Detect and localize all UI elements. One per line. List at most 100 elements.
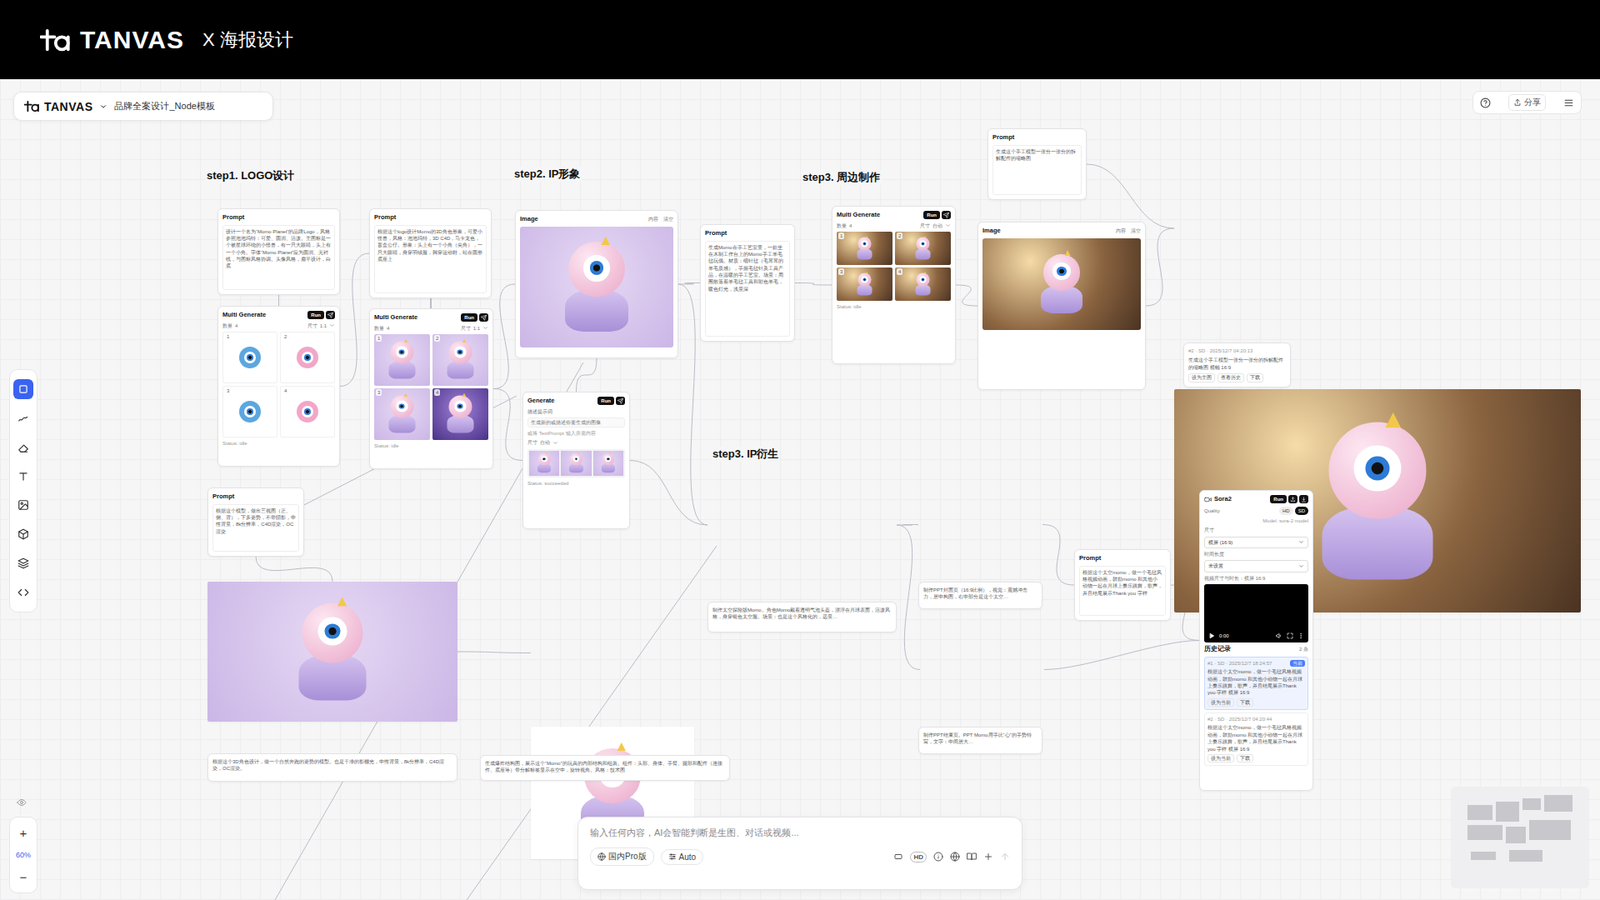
text-node[interactable]: 制作太空探险版Momo。角色Momo戴着透明气泡头盔，漂浮在月球表面，活泼风格，… xyxy=(707,601,897,633)
volume-icon[interactable] xyxy=(1275,632,1283,640)
tool-button[interactable] xyxy=(13,582,34,603)
tool-button[interactable] xyxy=(13,466,34,487)
text-node[interactable]: 制作PPT封面页（16:9比例），视觉：震撼冲击力，居中构图，右中部分是这个太空… xyxy=(918,581,1043,610)
result-image[interactable]: 3 xyxy=(836,267,893,301)
photo-node[interactable] xyxy=(207,581,458,722)
prompt-text[interactable]: 生成这个手工模型一张分一张分的拆解配件的缩略图 xyxy=(992,145,1082,196)
globe-icon[interactable] xyxy=(950,851,960,862)
prompt-text[interactable]: 生成Momo在手工艺室里，一款坐在木制工作台上的Momo手工羊毛毡玩偶。材质：细… xyxy=(705,240,790,338)
run-button[interactable]: Run xyxy=(923,210,940,220)
caption-node[interactable]: #2 · SD · 2025/12/7 04:20:13生成这个手工模型一张分一… xyxy=(1183,342,1291,388)
result-image[interactable]: 4 xyxy=(895,267,951,301)
share-button[interactable]: 分享 xyxy=(1508,94,1546,111)
image-action[interactable]: 内容 xyxy=(648,215,659,223)
sora-node[interactable]: Sora2RunQualityHDSDModel: sora-2 model尺寸… xyxy=(1199,490,1314,791)
result-image[interactable]: 4 xyxy=(280,385,335,438)
aspect-ratio-icon[interactable] xyxy=(893,851,904,862)
size-select[interactable]: 尺寸自动 xyxy=(920,222,951,230)
info-icon[interactable] xyxy=(933,851,944,862)
send-icon[interactable] xyxy=(941,210,951,220)
history-button[interactable]: 设为当前 xyxy=(1207,698,1235,707)
video-player[interactable]: 0:00 xyxy=(1204,584,1309,643)
image-action[interactable]: 清空 xyxy=(663,215,674,223)
result-image[interactable] xyxy=(529,450,560,476)
more-icon[interactable] xyxy=(1297,632,1305,640)
download-icon[interactable] xyxy=(1299,495,1309,504)
run-button[interactable]: Run xyxy=(307,310,325,320)
multi-node[interactable]: Multi GenerateRun数量4尺寸1:11234Status: idl… xyxy=(217,305,340,467)
prompt-node[interactable]: Prompt根据这个logo设计Momo的3D角色形象，可爱小怪兽，风格：泡泡玛… xyxy=(369,208,492,299)
plus-icon[interactable] xyxy=(983,851,994,862)
result-image[interactable]: 3 xyxy=(374,388,430,440)
send-arrow-icon[interactable] xyxy=(1000,851,1010,862)
menu-icon[interactable] xyxy=(1563,97,1575,109)
generate-node[interactable]: GenerateRun描述提示词或将 TextPrompt 输入所需内容尺寸自动… xyxy=(522,391,630,530)
tool-button[interactable] xyxy=(13,437,34,458)
prompt-text[interactable]: 根据这个logo设计Momo的3D角色形象，可爱小怪兽，风格：泡泡玛特，3D C… xyxy=(374,225,487,295)
result-image[interactable]: 3 xyxy=(222,385,278,438)
mode-select[interactable]: Auto xyxy=(660,849,705,865)
send-icon[interactable] xyxy=(479,313,489,322)
text-node[interactable]: 生成爆炸结构图，展示这个“Momo”的玩具的内部结构和组装。组件：头部、身体、手… xyxy=(480,755,730,781)
caption-button[interactable]: 下载 xyxy=(1246,373,1264,382)
tanvas-logo[interactable]: TANVAS xyxy=(24,100,93,114)
result-image[interactable] xyxy=(560,450,591,476)
model-select[interactable]: 国内Pro版 xyxy=(590,847,655,866)
help-icon[interactable] xyxy=(1480,97,1491,109)
result-image[interactable] xyxy=(593,450,624,476)
fullscreen-icon[interactable] xyxy=(1286,632,1294,640)
play-icon[interactable] xyxy=(1208,632,1215,640)
text-node[interactable]: 根据这个3D角色设计，做一个自然奔跑的姿势的模型。也是干净的影棚光，中性背景，8… xyxy=(207,753,458,782)
run-button[interactable]: Run xyxy=(597,396,615,405)
hd-toggle[interactable]: HD xyxy=(910,851,927,863)
history-button[interactable]: 设为当前 xyxy=(1207,754,1235,763)
result-image[interactable]: 1 xyxy=(836,231,893,265)
quality-option[interactable]: HD xyxy=(1279,506,1294,515)
ai-input[interactable] xyxy=(590,827,1010,838)
size-select[interactable]: 横屏 (16:9) xyxy=(1204,536,1309,549)
caption-button[interactable]: 查看历史 xyxy=(1217,373,1245,382)
prompt-text[interactable]: 根据这个太空momo，做一个毛毡风格视频动画，鼓励momo 和其他小动物一起在月… xyxy=(1079,565,1166,617)
prompt-node[interactable]: Prompt根据这个太空momo，做一个毛毡风格视频动画，鼓励momo 和其他小… xyxy=(1074,549,1171,621)
tool-button[interactable] xyxy=(13,495,34,515)
prompt-text[interactable]: 根据这个模型，做出三视图（正、侧、背），下多姿势，不带阴影，中性背景，8k分辨率… xyxy=(212,504,300,553)
prompt-text[interactable]: 制作PPT结束页。PPT Momo用手比“心”的手势特写，文字：中间居大… xyxy=(923,731,1038,746)
result-image[interactable]: 2 xyxy=(280,331,335,384)
caption-button[interactable]: 设为主图 xyxy=(1188,373,1215,382)
tool-button[interactable] xyxy=(13,524,34,545)
tool-button[interactable] xyxy=(13,408,34,429)
prompt-node[interactable]: Prompt生成Momo在手工艺室里，一款坐在木制工作台上的Momo手工羊毛毡玩… xyxy=(700,224,795,342)
image-node[interactable]: Image内容清空 xyxy=(977,221,1146,390)
duration-select[interactable]: 未设置 xyxy=(1204,560,1309,572)
visibility-toggle[interactable] xyxy=(16,795,27,811)
prompt-text[interactable]: 制作太空探险版Momo。角色Momo戴着透明气泡头盔，漂浮在月球表面，活泼风格，… xyxy=(712,606,892,621)
quality-option[interactable]: SD xyxy=(1295,506,1309,515)
tool-button[interactable] xyxy=(13,553,34,574)
count-field[interactable]: 数量4 xyxy=(836,222,852,230)
image-action[interactable]: 清空 xyxy=(1130,227,1141,235)
result-image[interactable]: 4 xyxy=(432,388,489,440)
prompt-node[interactable]: Prompt根据这个模型，做出三视图（正、侧、背），下多姿势，不带阴影，中性背景… xyxy=(207,487,305,557)
size-select[interactable]: 尺寸自动 xyxy=(527,439,559,446)
send-icon[interactable] xyxy=(325,310,335,320)
history-button[interactable]: 下载 xyxy=(1236,754,1254,763)
history-entry[interactable]: #1 · SD · 2025/12/7 18:24:57当前根据这个太空momo… xyxy=(1204,656,1309,710)
share-icon[interactable] xyxy=(1288,495,1298,504)
size-select[interactable]: 尺寸1:1 xyxy=(307,322,335,330)
result-image[interactable]: 1 xyxy=(374,334,430,386)
tool-button[interactable] xyxy=(13,379,34,400)
prompt-node[interactable]: Prompt设计一个名为“Momo Planet”的品牌Logo，风格参照泡泡玛… xyxy=(217,208,340,295)
minimap[interactable] xyxy=(1450,786,1590,889)
prompt-node[interactable]: Prompt生成这个手工模型一张分一张分的拆解配件的缩略图 xyxy=(987,128,1087,200)
result-image[interactable]: 2 xyxy=(432,334,489,386)
zoom-out-button[interactable]: − xyxy=(20,870,28,884)
history-entry[interactable]: #2 · SD · 2025/12/7 04:20:44根据这个太空momo，做… xyxy=(1204,712,1309,766)
count-field[interactable]: 数量4 xyxy=(222,322,238,330)
run-button[interactable]: Run xyxy=(1270,495,1287,504)
prompt-text[interactable]: 制作PPT封面页（16:9比例），视觉：震撼冲击力，居中构图，右中部分是这个太空… xyxy=(923,586,1038,601)
multi-node[interactable]: Multi GenerateRun数量4尺寸1:11234Status: idl… xyxy=(369,308,494,470)
prompt-text[interactable]: 根据这个3D角色设计，做一个自然奔跑的姿势的模型。也是干净的影棚光，中性背景，8… xyxy=(212,758,453,773)
chevron-down-icon[interactable] xyxy=(99,102,108,111)
node-canvas[interactable]: TANVAS品牌全案设计_Node模板分享step1. LOGO设计step2.… xyxy=(0,79,1600,900)
send-icon[interactable] xyxy=(615,396,625,405)
